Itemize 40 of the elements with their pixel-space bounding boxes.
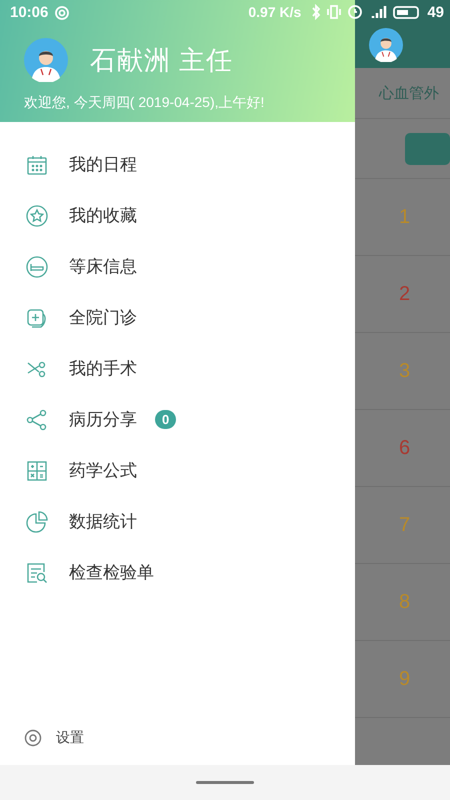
signal-icon [369,4,388,20]
settings-item[interactable]: 设置 [0,713,355,763]
hotspot-icon [54,4,70,20]
count-badge: 0 [155,410,176,429]
vibrate-icon [327,4,342,20]
home-indicator[interactable] [196,781,254,784]
user-name: 石献洲 主任 [90,44,234,76]
filter-button[interactable] [405,132,450,164]
menu-item[interactable]: 我的收藏 [0,190,355,241]
menu-icon [25,458,49,482]
menu-item[interactable]: 数据统计 [0,496,355,547]
settings-icon [24,729,42,747]
alarm-icon [347,4,364,20]
greeting-text: 欢迎您, 今天周四( 2019-04-25),上午好! [24,94,266,112]
menu-item[interactable]: 检查检验单 [0,547,355,598]
menu-icon [25,254,49,278]
bed-number: 3 [399,360,410,382]
menu-icon [25,204,49,228]
avatar-icon [369,28,403,62]
menu-item[interactable]: 我的日程 [0,139,355,190]
menu-icon [25,560,49,584]
battery-level: 49 [427,4,444,20]
menu-item[interactable]: 药学公式 [0,445,355,496]
status-time: 10:06 [10,4,48,20]
bluetooth-icon [311,4,322,20]
bed-number: 6 [399,436,410,460]
menu-icon [25,510,49,534]
menu-item[interactable]: 我的手术 [0,343,355,394]
menu-item[interactable]: 全院门诊 [0,292,355,343]
network-speed: 0.97 K/s [248,4,302,20]
menu-item[interactable]: 等床信息 [0,241,355,292]
doctor-avatar [24,38,68,82]
bed-number: 2 [399,282,410,306]
menu-icon [25,408,49,432]
bed-number: 1 [399,206,410,228]
bed-number: 8 [399,590,410,614]
battery-icon [393,4,422,20]
bed-number: 9 [399,668,410,690]
menu-item[interactable]: 病历分享 0 [0,394,355,445]
bed-number: 7 [399,514,410,536]
